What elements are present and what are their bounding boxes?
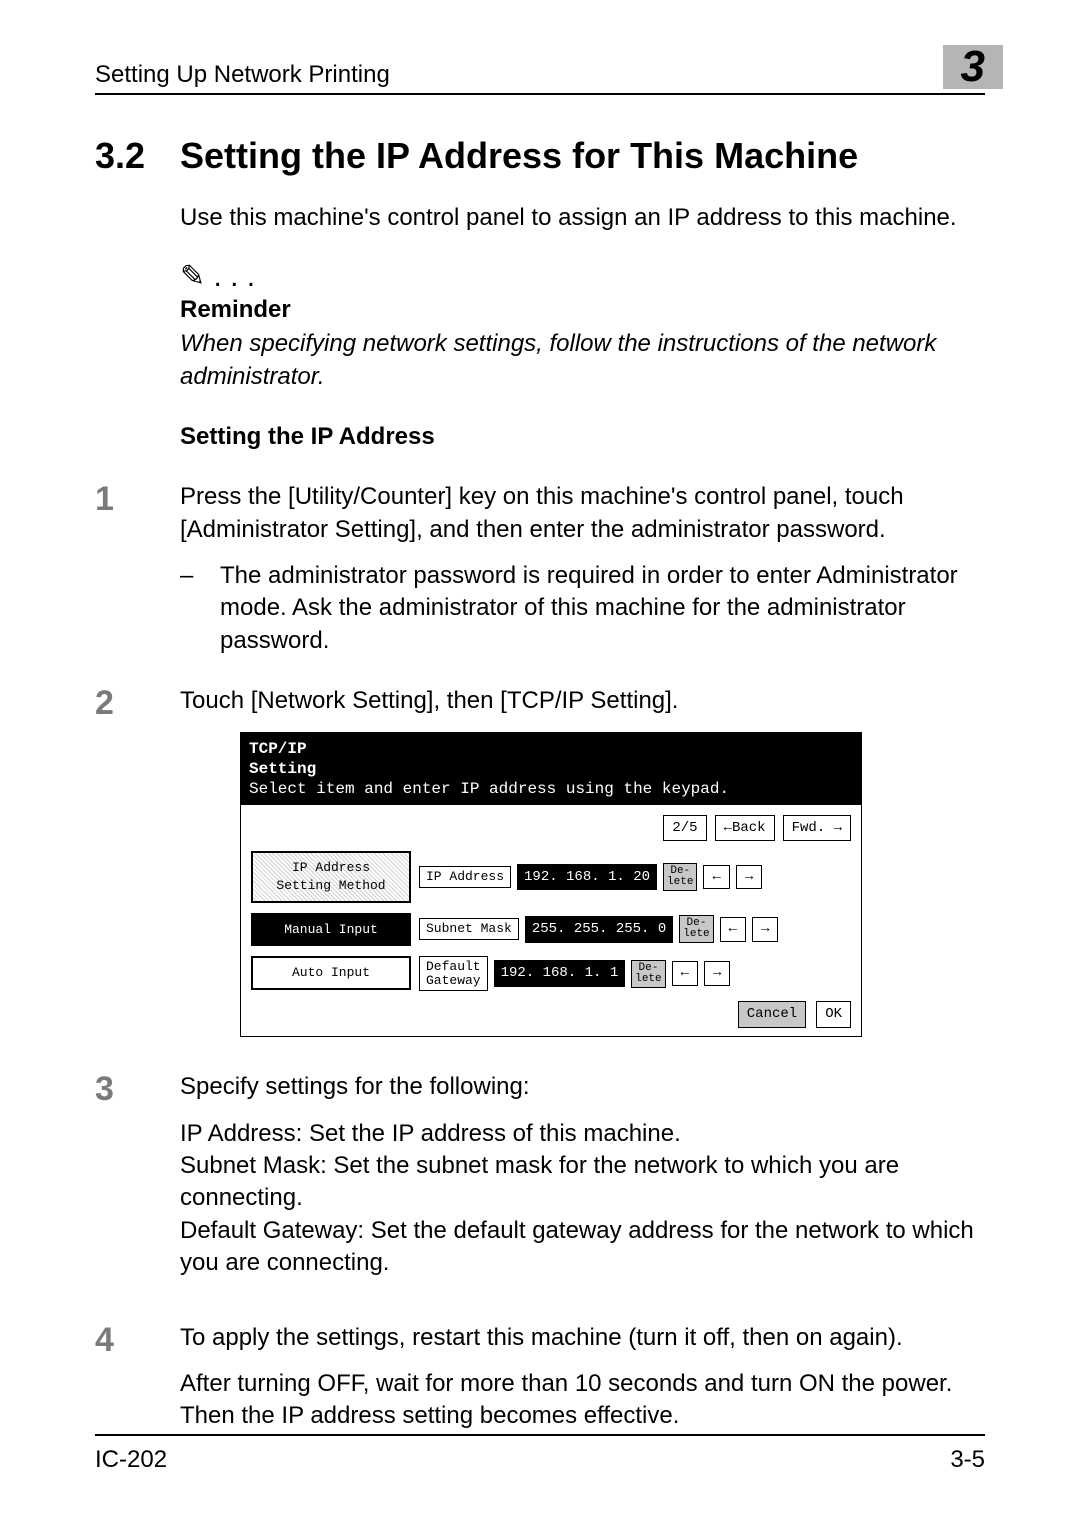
- section-title: Setting the IP Address for This Machine: [180, 135, 858, 177]
- lcd-left-arrow[interactable]: ←: [720, 917, 746, 942]
- lcd-back-button[interactable]: ←Back: [715, 815, 775, 842]
- chapter-number-badge: 3: [943, 45, 985, 89]
- lcd-gateway-label[interactable]: Default Gateway: [419, 956, 488, 991]
- step-text: Press the [Utility/Counter] key on this …: [180, 481, 985, 546]
- step-subtext: The administrator password is required i…: [220, 560, 985, 657]
- step-detail: IP Address: Set the IP address of this m…: [180, 1118, 985, 1280]
- step-number: 2: [95, 685, 180, 1043]
- lcd-right-arrow[interactable]: →: [752, 917, 778, 942]
- step-number: 3: [95, 1071, 180, 1293]
- lcd-right-arrow[interactable]: →: [704, 961, 730, 986]
- step-subitem: – The administrator password is required…: [180, 560, 985, 657]
- lcd-manual-input[interactable]: Manual Input: [251, 913, 411, 947]
- lcd-right-arrow[interactable]: →: [736, 865, 762, 890]
- step-text: Specify settings for the following:: [180, 1071, 985, 1103]
- section-number: 3.2: [95, 135, 180, 177]
- step-3: 3 Specify settings for the following: IP…: [95, 1071, 985, 1293]
- lcd-left-arrow[interactable]: ←: [703, 865, 729, 890]
- lcd-delete-button[interactable]: De- lete: [663, 863, 697, 891]
- chapter-number: 3: [961, 45, 985, 89]
- steps-list: 1 Press the [Utility/Counter] key on thi…: [95, 481, 985, 1447]
- lcd-screenshot: TCP/IPSetting Select item and enter IP a…: [240, 732, 862, 1038]
- subheading: Setting the IP Address: [180, 423, 985, 451]
- lcd-ip-label[interactable]: IP Address: [419, 866, 511, 888]
- lcd-gateway-value: 192. 168. 1. 1: [494, 960, 626, 987]
- lcd-ok-button[interactable]: OK: [816, 1001, 851, 1028]
- footer-right: 3-5: [950, 1446, 985, 1474]
- section-heading: 3.2 Setting the IP Address for This Mach…: [95, 135, 985, 177]
- lcd-header: TCP/IPSetting Select item and enter IP a…: [241, 733, 861, 805]
- page-footer: IC-202 3-5: [95, 1434, 985, 1474]
- step-1: 1 Press the [Utility/Counter] key on thi…: [95, 481, 985, 657]
- lcd-instruction: Select item and enter IP address using t…: [249, 779, 853, 799]
- reminder-text: When specifying network settings, follow…: [180, 328, 985, 393]
- lcd-mask-value: 255. 255. 255. 0: [525, 916, 673, 943]
- running-header: Setting Up Network Printing 3: [95, 45, 985, 95]
- step-4: 4 To apply the settings, restart this ma…: [95, 1322, 985, 1447]
- note-icon: ✎ . . .: [180, 259, 985, 294]
- lcd-ip-value: 192. 168. 1. 20: [517, 864, 657, 891]
- lcd-left-arrow[interactable]: ←: [672, 961, 698, 986]
- lcd-pager: 2/5: [663, 815, 706, 842]
- lcd-cancel-button[interactable]: Cancel: [738, 1001, 806, 1028]
- lcd-fwd-button[interactable]: Fwd. →: [783, 815, 851, 842]
- section-intro: Use this machine's control panel to assi…: [180, 202, 985, 234]
- step-detail: After turning OFF, wait for more than 10…: [180, 1368, 985, 1433]
- step-text: Touch [Network Setting], then [TCP/IP Se…: [180, 685, 985, 717]
- step-text: To apply the settings, restart this mach…: [180, 1322, 985, 1354]
- footer-left: IC-202: [95, 1446, 167, 1474]
- lcd-left-header: IP Address Setting Method: [251, 851, 411, 902]
- lcd-delete-button[interactable]: De- lete: [679, 915, 713, 943]
- step-number: 1: [95, 481, 180, 657]
- step-2: 2 Touch [Network Setting], then [TCP/IP …: [95, 685, 985, 1043]
- lcd-delete-button[interactable]: De- lete: [631, 960, 665, 988]
- reminder-heading: Reminder: [180, 296, 985, 324]
- running-title: Setting Up Network Printing: [95, 61, 390, 89]
- lcd-auto-input[interactable]: Auto Input: [251, 956, 411, 990]
- lcd-mask-label[interactable]: Subnet Mask: [419, 918, 519, 940]
- step-number: 4: [95, 1322, 180, 1447]
